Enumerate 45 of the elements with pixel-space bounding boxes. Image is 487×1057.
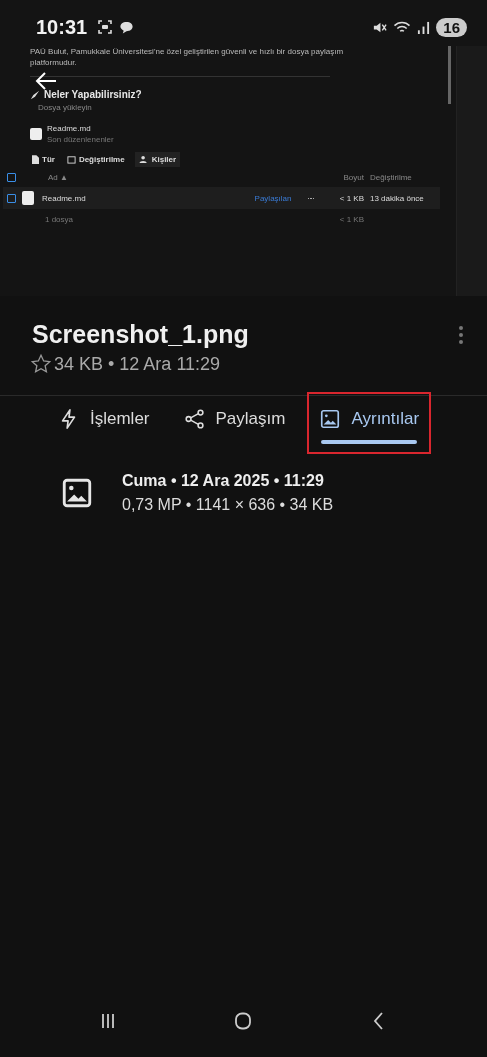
select-all-checkbox[interactable] (7, 172, 16, 182)
calendar-icon (66, 155, 76, 165)
file-name[interactable]: Readme.md (40, 193, 249, 203)
row-checkbox[interactable] (7, 193, 16, 203)
date-taken: Cuma • 12 Ara 2025 • 11:29 (122, 472, 325, 490)
tab[interactable]: İşlemler (46, 392, 162, 454)
column-header[interactable]: Boyut (330, 172, 364, 182)
file-icon (32, 155, 39, 165)
share-icon (183, 408, 206, 430)
people-icon (138, 155, 149, 165)
file-title: Screenshot_1.png (32, 320, 249, 349)
image-info: 0,73 MP • 1141 × 636 • 34 KB (122, 496, 334, 514)
document-icon (30, 128, 42, 141)
back-icon[interactable] (34, 71, 58, 92)
rocket-icon (30, 89, 40, 100)
section-heading: Neler Yapabilirsiniz? (44, 89, 142, 101)
filter-button[interactable]: Kişiler (134, 152, 181, 168)
wifi-icon (393, 19, 412, 35)
filter-button[interactable]: Tür (30, 152, 57, 168)
chat-icon (119, 19, 135, 35)
column-header[interactable]: Ad ▲ (22, 172, 324, 182)
status-time: 10:31 (36, 15, 88, 39)
signal-icon (417, 19, 431, 35)
filter-button[interactable]: Değiştirilme (64, 152, 127, 168)
shared-link[interactable]: Paylaşılan (254, 193, 292, 203)
star-icon[interactable] (30, 353, 52, 375)
more-icon[interactable] (307, 197, 314, 200)
file-modified: 13 dakika önce (370, 193, 425, 203)
recent-file-name[interactable]: Readme.md (47, 124, 114, 134)
tab[interactable]: Paylaşım (171, 392, 298, 454)
file-size: < 1 KB (338, 193, 364, 203)
battery-level: 16 (436, 17, 467, 37)
column-header[interactable]: Değiştirilme (370, 172, 436, 182)
file-meta: 34 KB • 12 Ara 11:29 (54, 353, 221, 375)
recent-caption: Son düzenlenenler (47, 135, 114, 145)
intro-text: PAÜ Bulut, Pamukkale Üniversitesi'ne özel geliştirilen güvenli ve hızlı bir dosya paylaşım platformudur. (30, 46, 345, 69)
total-size: < 1 KB (338, 214, 364, 224)
file-count: 1 dosya (44, 214, 75, 224)
image-icon (319, 408, 342, 430)
home-icon[interactable] (233, 1011, 254, 1031)
document-icon (22, 191, 34, 206)
image-icon (60, 476, 94, 510)
bullet-item: Dosya yükleyin (38, 103, 93, 113)
tab[interactable]: Ayrıntılar (307, 392, 432, 454)
screenshot-icon (97, 19, 114, 35)
